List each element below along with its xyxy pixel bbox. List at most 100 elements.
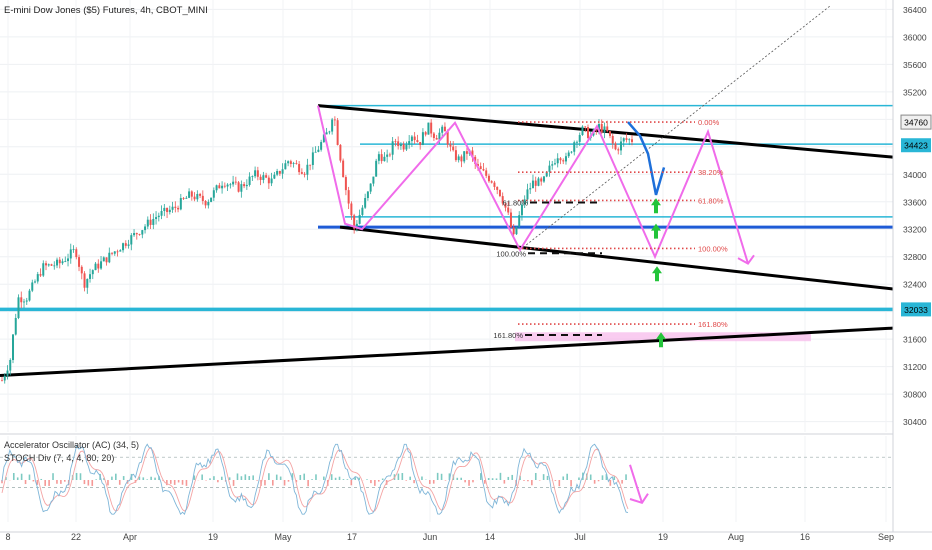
candle-body [177, 207, 180, 210]
ac-histogram-bar [578, 477, 580, 480]
candle-body [553, 163, 556, 165]
candle-body [350, 203, 353, 216]
time-tick-label: Jun [423, 532, 438, 542]
candle-body [410, 136, 413, 142]
fib-level-label: 61.80% [503, 198, 529, 207]
candle-body [432, 133, 435, 139]
price-tick-label: 33200 [903, 225, 927, 235]
candle-body [449, 144, 452, 147]
ac-histogram-bar [531, 480, 533, 486]
candle-body [94, 263, 97, 271]
candle-body [358, 214, 361, 224]
candle-body [61, 261, 64, 264]
candle-body [509, 212, 512, 228]
candle-body [152, 218, 155, 225]
ac-histogram-bar [201, 474, 203, 480]
candle-body [399, 144, 402, 146]
ac-histogram-bar [542, 474, 545, 480]
candle-body [441, 126, 444, 133]
candle-body [204, 200, 207, 206]
candle-body [369, 183, 372, 192]
ac-histogram-bar [374, 480, 376, 486]
ac-histogram-bar [323, 476, 325, 480]
ac-histogram-bar [342, 479, 345, 480]
candle-body [309, 164, 312, 166]
candle-body [366, 191, 369, 199]
ac-histogram-bar [217, 480, 219, 483]
ac-histogram-bar [236, 473, 239, 480]
candle-body [289, 161, 292, 164]
price-axis: 3640036000356003520034800344003400033600… [892, 0, 932, 532]
ac-histogram-bar [118, 480, 121, 485]
candle-body [573, 142, 576, 152]
candle-body [166, 207, 169, 213]
candle-body [333, 119, 336, 121]
ac-histogram-bar [625, 474, 627, 480]
candle-body [265, 175, 268, 178]
candle-body [262, 175, 265, 180]
candle-body [375, 160, 378, 177]
candle-body [479, 166, 482, 170]
ac-histogram-bar [499, 472, 502, 480]
ac-histogram-bar [52, 473, 54, 480]
candle-body [14, 317, 17, 335]
ac-histogram-bar [228, 477, 231, 480]
chart-canvas[interactable]: 0.00% 38.20% 61.80% 100.00% 161.80% 61.80% 100… [0, 0, 932, 550]
candle-body [193, 196, 196, 200]
candle-body [625, 138, 628, 140]
candle-body [548, 165, 551, 172]
time-tick-label: 19 [208, 532, 218, 542]
ac-histogram-bar [366, 479, 368, 480]
candle-body [64, 261, 67, 262]
candle-body [336, 120, 339, 145]
time-tick-label: 16 [800, 532, 810, 542]
candle-body [531, 180, 534, 189]
candle-body [325, 132, 328, 135]
candle-body [273, 174, 276, 179]
ac-histogram-bar [79, 473, 82, 480]
candle-body [622, 138, 625, 142]
ac-histogram-bar [63, 480, 66, 482]
candle-body [149, 219, 152, 225]
candle-body [226, 184, 229, 187]
candle-body [108, 252, 111, 263]
ac-histogram-bar [16, 477, 19, 480]
ac-histogram-bar [150, 476, 152, 480]
candle-body [493, 182, 496, 187]
candle-body [267, 177, 270, 184]
candle-body [347, 190, 350, 204]
price-marker-label: 34423 [904, 141, 928, 151]
ac-histogram-bar [609, 480, 612, 486]
ac-histogram-bar [311, 479, 313, 480]
candle-body [80, 266, 83, 274]
candle-body [300, 172, 303, 174]
ac-histogram-bar [456, 477, 459, 480]
candle-body [58, 259, 61, 264]
candle-body [229, 184, 232, 186]
candle-body [421, 132, 424, 146]
candle-body [276, 170, 279, 175]
price-tick-label: 31600 [903, 335, 927, 345]
candle-body [86, 278, 89, 288]
ac-indicator-label: Accelerator Oscillator (AC) (34, 5) [4, 440, 139, 450]
ac-histogram-bar [346, 479, 349, 480]
ac-histogram-bar [28, 474, 31, 480]
candle-body [386, 154, 389, 157]
candle-body [452, 146, 455, 151]
candle-body [122, 243, 125, 251]
ac-histogram-bar [338, 476, 341, 480]
chart-title: E-mini Dow Jones ($5) Futures, 4h, CBOT_… [4, 5, 208, 16]
candle-body [454, 150, 457, 161]
candle-body [133, 233, 136, 236]
ac-histogram-bar [401, 473, 404, 480]
price-tick-label: 31200 [903, 362, 927, 372]
candle-body [31, 282, 34, 291]
ac-histogram-bar [181, 480, 184, 485]
ac-histogram-bar [523, 480, 525, 481]
candle-body [3, 375, 6, 381]
candle-body [465, 151, 468, 154]
candle-body [435, 138, 438, 140]
ac-histogram-bar [538, 480, 541, 481]
candle-body [17, 297, 20, 318]
price-tick-label: 36400 [903, 5, 927, 15]
